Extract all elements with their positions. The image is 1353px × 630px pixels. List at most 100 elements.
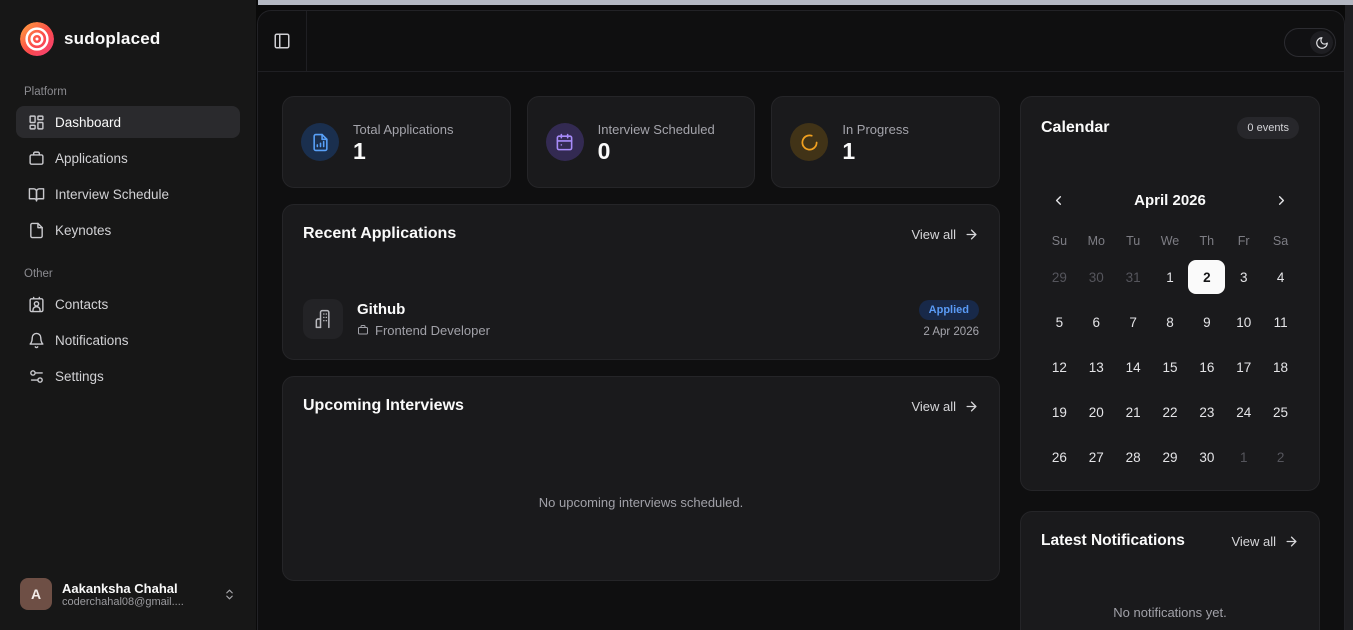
calendar-weekday-row: SuMoTuWeThFrSa bbox=[1041, 234, 1299, 248]
calendar-day[interactable]: 7 bbox=[1115, 305, 1152, 339]
calendar-month-label: April 2026 bbox=[1134, 192, 1206, 209]
weekday-label: We bbox=[1152, 234, 1189, 248]
stat-label: Interview Scheduled bbox=[598, 122, 715, 137]
calendar-day[interactable]: 13 bbox=[1078, 350, 1115, 384]
main-panel: Total Applications 1 Interview Scheduled… bbox=[257, 10, 1345, 630]
calendar-day[interactable]: 18 bbox=[1262, 350, 1299, 384]
user-menu[interactable]: A Aakanksha Chahal coderchahal08@gmail..… bbox=[12, 570, 244, 618]
calendar-day[interactable]: 14 bbox=[1115, 350, 1152, 384]
calendar-day[interactable]: 9 bbox=[1188, 305, 1225, 339]
horizontal-scrollbar[interactable] bbox=[258, 0, 1353, 5]
calendar-day[interactable]: 1 bbox=[1225, 440, 1262, 474]
calendar-day[interactable]: 5 bbox=[1041, 305, 1078, 339]
arrow-right-icon bbox=[964, 399, 979, 414]
calendar-day[interactable]: 3 bbox=[1225, 260, 1262, 294]
brand[interactable]: sudoplaced bbox=[0, 14, 256, 64]
calendar-day[interactable]: 4 bbox=[1262, 260, 1299, 294]
calendar-day[interactable]: 17 bbox=[1225, 350, 1262, 384]
calendar-day[interactable]: 22 bbox=[1152, 395, 1189, 429]
chevrons-up-down-icon bbox=[223, 588, 236, 601]
role-label: Frontend Developer bbox=[375, 323, 490, 338]
panel-left-icon bbox=[273, 32, 291, 50]
notifications-view-all-button[interactable]: View all bbox=[1231, 534, 1299, 549]
brand-name: sudoplaced bbox=[64, 29, 160, 49]
calendar-prev-button[interactable] bbox=[1047, 189, 1070, 212]
sidebar-item-contacts[interactable]: Contacts bbox=[16, 288, 240, 320]
theme-toggle[interactable] bbox=[1284, 28, 1336, 57]
weekday-label: Sa bbox=[1262, 234, 1299, 248]
sidebar-nav-other: Contacts Notifications Settings bbox=[0, 288, 256, 392]
view-all-label: View all bbox=[911, 399, 956, 414]
stat-card-in-progress: In Progress 1 bbox=[771, 96, 1000, 188]
stat-card-total-applications: Total Applications 1 bbox=[282, 96, 511, 188]
weekday-label: Th bbox=[1188, 234, 1225, 248]
calendar-day[interactable]: 29 bbox=[1041, 260, 1078, 294]
calendar-day[interactable]: 8 bbox=[1152, 305, 1189, 339]
briefcase-small-icon bbox=[357, 324, 369, 336]
upcoming-interviews-title: Upcoming Interviews bbox=[303, 397, 464, 415]
calendar-day[interactable]: 1 bbox=[1152, 260, 1189, 294]
calendar-day[interactable]: 31 bbox=[1115, 260, 1152, 294]
interviews-view-all-button[interactable]: View all bbox=[911, 399, 979, 414]
recent-view-all-button[interactable]: View all bbox=[911, 227, 979, 242]
briefcase-icon bbox=[28, 150, 45, 167]
sidebar-group-other-label: Other bbox=[0, 268, 256, 280]
application-row[interactable]: Github Frontend Developer Applied 2 Apr … bbox=[303, 299, 979, 339]
calendar-day[interactable]: 20 bbox=[1078, 395, 1115, 429]
notifications-empty-text: No notifications yet. bbox=[1041, 605, 1299, 620]
brand-target-logo-icon bbox=[20, 22, 54, 56]
user-email: coderchahal08@gmail.... bbox=[62, 596, 213, 608]
calendar-day[interactable]: 16 bbox=[1188, 350, 1225, 384]
calendar-grid: 2930311234567891011121314151617181920212… bbox=[1041, 260, 1299, 474]
calendar-day[interactable]: 28 bbox=[1115, 440, 1152, 474]
file-chart-icon bbox=[301, 123, 339, 161]
sidebar-item-interview-schedule[interactable]: Interview Schedule bbox=[16, 178, 240, 210]
sliders-icon bbox=[28, 368, 45, 385]
calendar-day[interactable]: 19 bbox=[1041, 395, 1078, 429]
calendar-day[interactable]: 15 bbox=[1152, 350, 1189, 384]
calendar-day[interactable]: 21 bbox=[1115, 395, 1152, 429]
calendar-day[interactable]: 23 bbox=[1188, 395, 1225, 429]
sidebar-toggle-button[interactable] bbox=[267, 26, 297, 56]
calendar-day[interactable]: 30 bbox=[1078, 260, 1115, 294]
calendar-day[interactable]: 6 bbox=[1078, 305, 1115, 339]
calendar-day[interactable]: 27 bbox=[1078, 440, 1115, 474]
calendar-next-button[interactable] bbox=[1270, 189, 1293, 212]
status-badge: Applied bbox=[919, 300, 979, 320]
sidebar-item-keynotes[interactable]: Keynotes bbox=[16, 214, 240, 246]
stat-value: 1 bbox=[842, 140, 908, 163]
chevron-right-icon bbox=[1274, 193, 1289, 208]
top-header bbox=[258, 11, 1344, 72]
sidebar-item-notifications[interactable]: Notifications bbox=[16, 324, 240, 356]
loader-icon bbox=[790, 123, 828, 161]
sidebar-item-label: Settings bbox=[55, 369, 104, 384]
calendar-day[interactable]: 24 bbox=[1225, 395, 1262, 429]
calendar-day[interactable]: 10 bbox=[1225, 305, 1262, 339]
calendar-day[interactable]: 11 bbox=[1262, 305, 1299, 339]
vertical-scrollbar[interactable] bbox=[1345, 5, 1353, 630]
sidebar-item-applications[interactable]: Applications bbox=[16, 142, 240, 174]
view-all-label: View all bbox=[911, 227, 956, 242]
sidebar-item-label: Keynotes bbox=[55, 223, 111, 238]
stats-row: Total Applications 1 Interview Scheduled… bbox=[282, 96, 1000, 188]
recent-applications-card: Recent Applications View all Github bbox=[282, 204, 1000, 360]
weekday-label: Mo bbox=[1078, 234, 1115, 248]
calendar-day[interactable]: 12 bbox=[1041, 350, 1078, 384]
calendar-day[interactable]: 2 bbox=[1188, 260, 1225, 294]
calendar-day[interactable]: 29 bbox=[1152, 440, 1189, 474]
sidebar-item-label: Notifications bbox=[55, 333, 129, 348]
building-icon bbox=[303, 299, 343, 339]
calendar-day[interactable]: 2 bbox=[1262, 440, 1299, 474]
calendar-day[interactable]: 26 bbox=[1041, 440, 1078, 474]
book-open-icon bbox=[28, 186, 45, 203]
stat-card-interview-scheduled: Interview Scheduled 0 bbox=[527, 96, 756, 188]
sidebar-group-platform-label: Platform bbox=[0, 86, 256, 98]
sidebar-item-dashboard[interactable]: Dashboard bbox=[16, 106, 240, 138]
sidebar-item-settings[interactable]: Settings bbox=[16, 360, 240, 392]
calendar-day[interactable]: 25 bbox=[1262, 395, 1299, 429]
recent-applications-title: Recent Applications bbox=[303, 225, 456, 243]
calendar-day[interactable]: 30 bbox=[1188, 440, 1225, 474]
file-icon bbox=[28, 222, 45, 239]
calendar-title: Calendar bbox=[1041, 119, 1109, 137]
application-date: 2 Apr 2026 bbox=[919, 326, 979, 338]
